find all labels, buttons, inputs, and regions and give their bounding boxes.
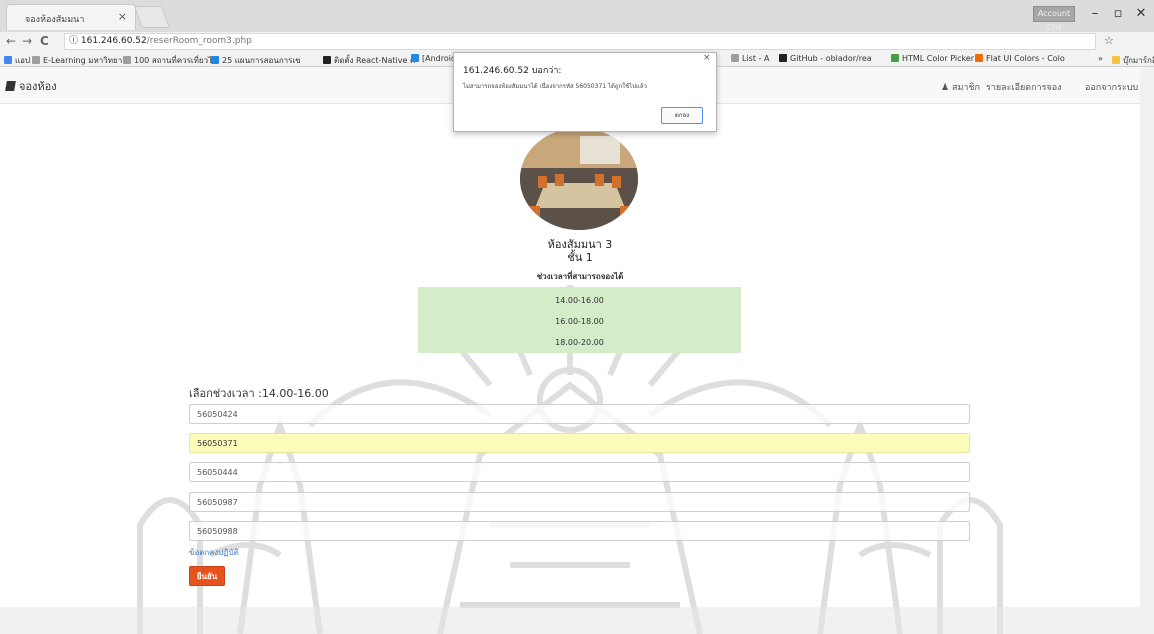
room-photo [520, 128, 638, 230]
url-path: /reserRoom_room3.php [146, 36, 252, 46]
bookmark-item[interactable]: » [1098, 54, 1103, 63]
time-slot[interactable]: 18.00-20.00 [418, 338, 741, 347]
url-input[interactable]: ⓘ 161.246.60.52/reserRoom_room3.php [64, 33, 1096, 50]
browser-tab[interactable]: จองห้องสัมมนา × [6, 4, 136, 30]
bookmark-item[interactable]: GitHub - oblador/rea [779, 54, 872, 63]
bookmark-label: List - A [742, 54, 770, 63]
bookmark-item[interactable]: [Android [411, 54, 456, 63]
bookmark-label: 100 สถานที่ควรเที่ยวไป [134, 56, 218, 65]
terms-link[interactable]: ข้อตกลงปฏิบัติ [189, 546, 239, 559]
time-slot[interactable]: 16.00-18.00 [418, 317, 741, 326]
bookmark-star-icon[interactable]: ☆ [1104, 34, 1114, 47]
student-id-field[interactable]: 56050988 [189, 521, 970, 541]
bookmark-favicon-icon [32, 56, 40, 64]
bookmark-label: » [1098, 54, 1103, 63]
room-floor: ชั้น 1 [567, 251, 593, 264]
bookmark-favicon-icon [1112, 56, 1120, 64]
window-close-icon[interactable]: ✕ [1131, 6, 1151, 21]
bookmark-label: ติดตั้ง React-Native ค [334, 56, 416, 65]
dialog-title: 161.246.60.52 บอกว่า: [463, 66, 562, 76]
back-icon[interactable]: ← [6, 34, 16, 48]
nav-member-label: สมาชิก [951, 83, 980, 93]
bookmark-label: HTML Color Picker [902, 54, 975, 63]
time-slot[interactable]: 14.00-16.00 [418, 296, 741, 305]
student-id-field[interactable]: 56050424 [189, 404, 970, 424]
bookmark-item[interactable]: List - A [731, 54, 769, 63]
bookmark-label: E-Learning มหาวิทยาล [43, 56, 128, 65]
dialog-message: ไม่สามารถจองห้องสัมมนาได้ เนื่องจากรหัส … [463, 83, 647, 90]
maximize-icon[interactable]: ▫ [1108, 6, 1128, 21]
url-host: 161.246.60.52 [80, 36, 147, 46]
tab-title: จองห้องสัมมนา [25, 15, 85, 25]
bookmark-label: บุ๊กมาร์กอื่นๆ [1123, 56, 1154, 65]
brand-label: จองห้อง [19, 80, 57, 93]
bookmark-item[interactable]: แอป [4, 54, 31, 66]
bookmark-favicon-icon [323, 56, 331, 64]
bookmark-label: แอป [15, 56, 31, 65]
reload-icon[interactable]: C [40, 34, 49, 48]
bookmark-favicon-icon [779, 54, 787, 62]
bookmark-item[interactable]: E-Learning มหาวิทยาล [32, 54, 128, 66]
bookmark-label: GitHub - oblador/rea [790, 54, 872, 63]
book-icon [5, 81, 16, 91]
bookmark-item[interactable]: บุ๊กมาร์กอื่นๆ [1112, 54, 1154, 66]
bookmark-favicon-icon [123, 56, 131, 64]
bookmark-item[interactable]: ติดตั้ง React-Native ค [323, 54, 416, 66]
confirm-button[interactable]: ยืนยัน [189, 566, 225, 586]
footer-strip [0, 607, 1140, 634]
student-id-field[interactable]: 56050371 [189, 433, 970, 453]
browser-tab-strip [0, 0, 1154, 33]
bookmark-item[interactable]: 25 แผนการสอนการเข [211, 54, 301, 66]
bookmark-item[interactable]: 100 สถานที่ควรเที่ยวไป [123, 54, 218, 66]
dialog-ok-button[interactable]: ตกลง [661, 107, 703, 124]
bookmark-label: [Android [422, 54, 457, 63]
nav-booking-details-link[interactable]: รายละเอียดการจอง [986, 80, 1062, 94]
bookmark-label: Flat UI Colors - Colo [986, 54, 1065, 63]
navbar-brand[interactable]: จองห้อง [5, 77, 57, 95]
tab-close-icon[interactable]: × [118, 10, 127, 23]
selected-timeslot-label: เลือกช่วงเวลา :14.00-16.00 [189, 387, 329, 400]
bookmark-item[interactable]: HTML Color Picker [891, 54, 974, 63]
bookmark-favicon-icon [411, 54, 419, 62]
bookmark-favicon-icon [211, 56, 219, 64]
dialog-close-icon[interactable]: × [703, 53, 711, 63]
page-scrollbar[interactable] [1140, 67, 1154, 634]
user-icon: ♟ [941, 83, 950, 93]
student-id-field[interactable]: 56050444 [189, 462, 970, 482]
nav-logout-link[interactable]: ออกจากระบบ [1085, 80, 1138, 94]
available-slots-title: ช่วงเวลาที่สามารถจองได้ [536, 272, 624, 281]
bookmark-item[interactable]: Flat UI Colors - Colo [975, 54, 1065, 63]
minimize-icon[interactable]: – [1085, 6, 1105, 21]
student-id-field[interactable]: 56050987 [189, 492, 970, 512]
site-info-icon[interactable]: ⓘ [69, 36, 78, 46]
bookmark-label: 25 แผนการสอนการเข [222, 56, 301, 65]
bookmark-favicon-icon [4, 56, 12, 64]
bookmark-favicon-icon [975, 54, 983, 62]
nav-member-link[interactable]: ♟ สมาชิก [941, 80, 980, 94]
bookmark-favicon-icon [731, 54, 739, 62]
forward-icon[interactable]: → [22, 34, 32, 48]
bookmark-favicon-icon [891, 54, 899, 62]
profile-badge[interactable]: Account Ctrl [1033, 6, 1075, 32]
